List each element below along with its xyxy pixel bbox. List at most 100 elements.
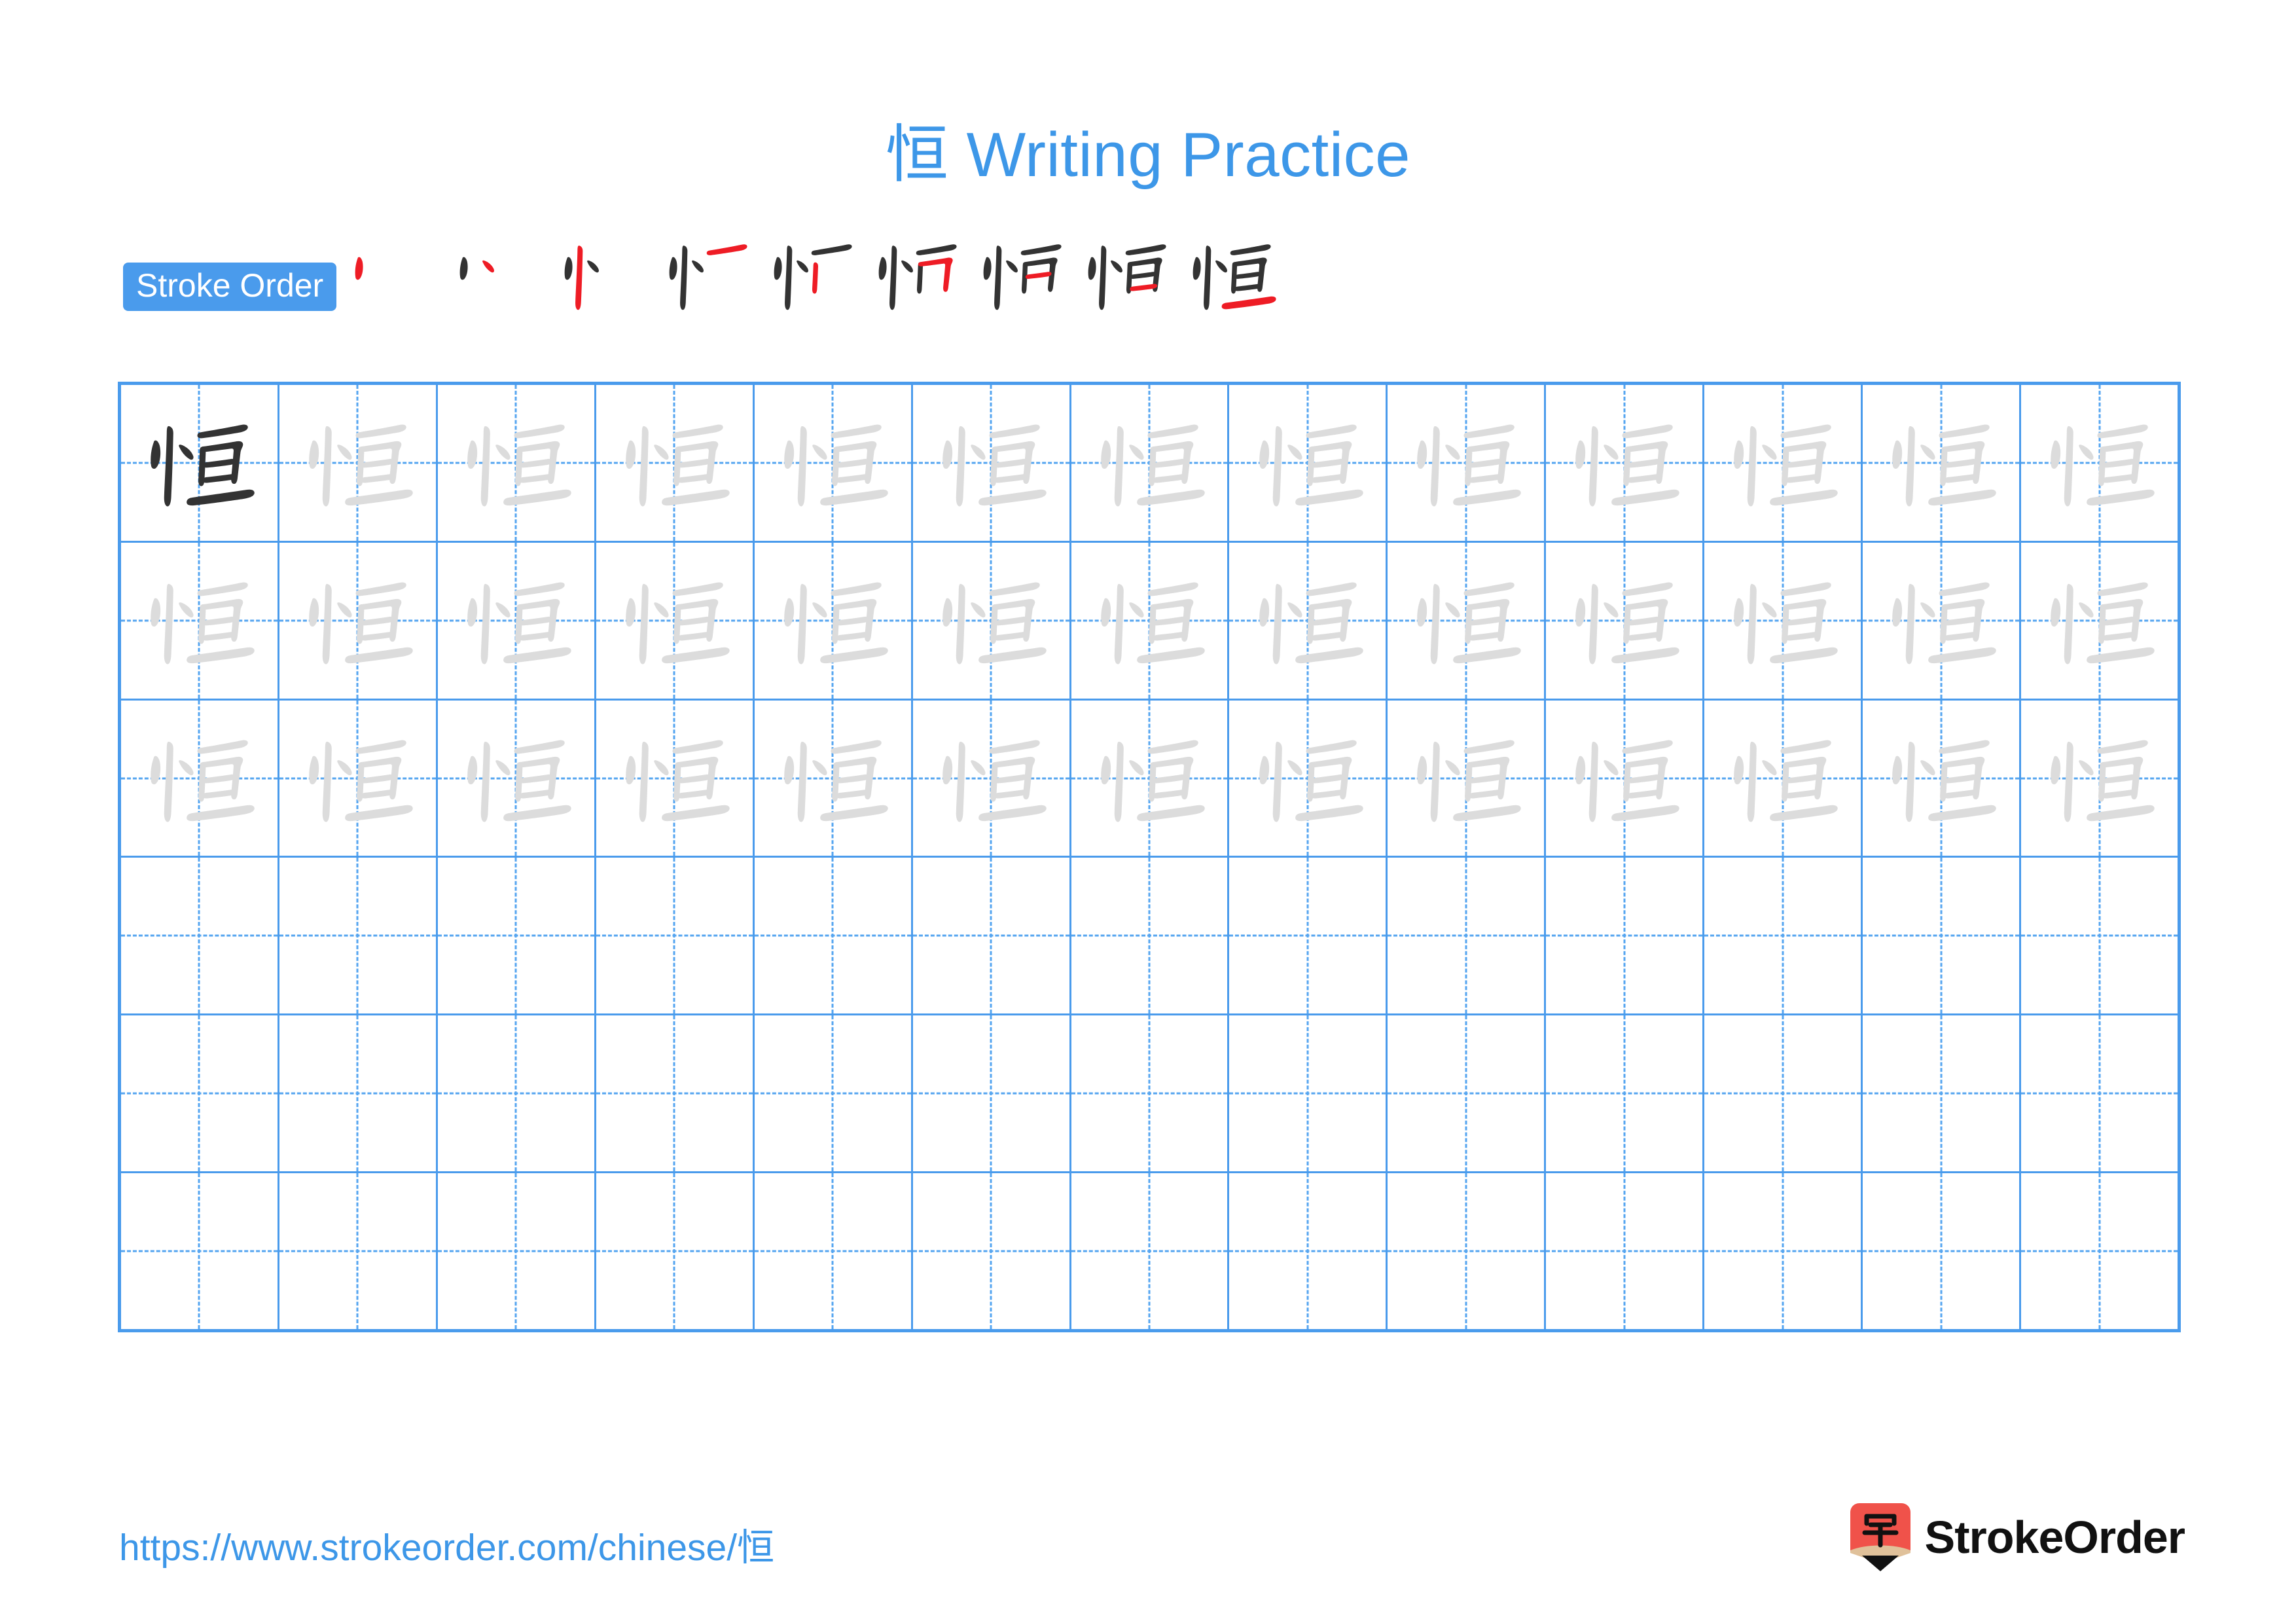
footer-url-link[interactable]: https://www.strokeorder.com/chinese/恒 bbox=[119, 1518, 774, 1571]
practice-cell-r6-c8[interactable] bbox=[1229, 1173, 1388, 1329]
stroke-order-sequence bbox=[342, 244, 1284, 327]
practice-cell-r5-c7[interactable] bbox=[1071, 1015, 1230, 1172]
practice-cell-r2-c1[interactable] bbox=[121, 542, 279, 699]
practice-cell-r3-c4[interactable] bbox=[596, 700, 755, 856]
practice-cell-r5-c9[interactable] bbox=[1388, 1015, 1547, 1172]
trace-character-glyph bbox=[2021, 385, 2178, 541]
trace-character-glyph bbox=[438, 385, 594, 541]
trace-character-glyph bbox=[121, 701, 278, 856]
practice-cell-r1-c5[interactable] bbox=[755, 385, 913, 541]
practice-cell-r5-c11[interactable] bbox=[1704, 1015, 1863, 1172]
practice-cell-r2-c2[interactable] bbox=[279, 542, 438, 699]
practice-cell-r2-c9[interactable] bbox=[1388, 542, 1547, 699]
practice-cell-r5-c5[interactable] bbox=[755, 1015, 913, 1172]
trace-character-glyph bbox=[1071, 543, 1228, 699]
practice-cell-r6-c11[interactable] bbox=[1704, 1173, 1863, 1329]
practice-cell-r6-c3[interactable] bbox=[438, 1173, 596, 1329]
practice-cell-r4-c10[interactable] bbox=[1546, 858, 1705, 1014]
practice-cell-r2-c12[interactable] bbox=[1863, 542, 2022, 699]
practice-cell-r4-c12[interactable] bbox=[1863, 858, 2022, 1014]
practice-cell-r3-c5[interactable] bbox=[755, 700, 913, 856]
practice-cell-r2-c5[interactable] bbox=[755, 542, 913, 699]
practice-cell-r3-c8[interactable] bbox=[1229, 700, 1388, 856]
practice-cell-r3-c3[interactable] bbox=[438, 700, 596, 856]
trace-character-glyph bbox=[596, 543, 753, 699]
brand-logo-group[interactable]: StrokeOrder bbox=[1850, 1503, 2185, 1571]
practice-cell-r4-c9[interactable] bbox=[1388, 858, 1547, 1014]
practice-cell-r6-c1[interactable] bbox=[121, 1173, 279, 1329]
practice-cell-r5-c10[interactable] bbox=[1546, 1015, 1705, 1172]
practice-cell-r5-c6[interactable] bbox=[913, 1015, 1071, 1172]
practice-cell-r3-c13[interactable] bbox=[2021, 701, 2178, 856]
practice-cell-r1-c4[interactable] bbox=[596, 385, 755, 541]
practice-cell-r2-c13[interactable] bbox=[2021, 543, 2178, 699]
practice-cell-r3-c11[interactable] bbox=[1704, 700, 1863, 856]
practice-cell-r2-c3[interactable] bbox=[438, 542, 596, 699]
stroke-step-glyph-2 bbox=[459, 257, 495, 280]
practice-cell-r1-c3[interactable] bbox=[438, 385, 596, 541]
practice-cell-r3-c9[interactable] bbox=[1388, 700, 1547, 856]
footer-url-prefix: https://www.strokeorder.com/chinese/ bbox=[119, 1527, 738, 1569]
practice-cell-r4-c3[interactable] bbox=[438, 858, 596, 1014]
practice-cell-r5-c8[interactable] bbox=[1229, 1015, 1388, 1172]
stroke-step-4 bbox=[656, 223, 761, 327]
practice-cell-r1-c9[interactable] bbox=[1388, 385, 1547, 541]
trace-character-glyph bbox=[1546, 543, 1702, 699]
practice-cell-r1-c6[interactable] bbox=[913, 385, 1071, 541]
practice-cell-r1-c1[interactable] bbox=[121, 385, 279, 541]
practice-cell-r4-c7[interactable] bbox=[1071, 858, 1230, 1014]
practice-cell-r6-c7[interactable] bbox=[1071, 1173, 1230, 1329]
practice-cell-r3-c7[interactable] bbox=[1071, 700, 1230, 856]
practice-cell-r3-c2[interactable] bbox=[279, 700, 438, 856]
practice-cell-r4-c2[interactable] bbox=[279, 858, 438, 1014]
trace-glyph-svg bbox=[1100, 582, 1205, 665]
stroke-step-6 bbox=[865, 223, 970, 327]
practice-cell-r2-c10[interactable] bbox=[1546, 542, 1705, 699]
trace-character-glyph bbox=[121, 543, 278, 699]
practice-cell-r3-c10[interactable] bbox=[1546, 700, 1705, 856]
practice-cell-r6-c10[interactable] bbox=[1546, 1173, 1705, 1329]
practice-cell-r4-c13[interactable] bbox=[2021, 858, 2178, 1013]
practice-cell-r6-c5[interactable] bbox=[755, 1173, 913, 1329]
practice-cell-r1-c8[interactable] bbox=[1229, 385, 1388, 541]
practice-cell-r2-c7[interactable] bbox=[1071, 542, 1230, 699]
practice-cell-r6-c9[interactable] bbox=[1388, 1173, 1547, 1329]
practice-cell-r6-c2[interactable] bbox=[279, 1173, 438, 1329]
practice-cell-r1-c13[interactable] bbox=[2021, 385, 2178, 541]
trace-glyph-svg bbox=[1259, 740, 1363, 822]
practice-cell-r2-c6[interactable] bbox=[913, 542, 1071, 699]
practice-cell-r2-c8[interactable] bbox=[1229, 542, 1388, 699]
practice-cell-r4-c11[interactable] bbox=[1704, 858, 1863, 1014]
practice-cell-r1-c12[interactable] bbox=[1863, 385, 2022, 541]
practice-cell-r1-c2[interactable] bbox=[279, 385, 438, 541]
trace-glyph-svg bbox=[1734, 740, 1839, 822]
practice-cell-r3-c12[interactable] bbox=[1863, 700, 2022, 856]
practice-cell-r4-c8[interactable] bbox=[1229, 858, 1388, 1014]
practice-cell-r2-c11[interactable] bbox=[1704, 542, 1863, 699]
practice-grid-row bbox=[121, 1173, 2178, 1329]
practice-cell-r5-c3[interactable] bbox=[438, 1015, 596, 1172]
practice-cell-r4-c4[interactable] bbox=[596, 858, 755, 1014]
trace-glyph-svg bbox=[626, 424, 730, 507]
practice-cell-r5-c12[interactable] bbox=[1863, 1015, 2022, 1172]
practice-cell-r6-c13[interactable] bbox=[2021, 1173, 2178, 1329]
practice-cell-r4-c6[interactable] bbox=[913, 858, 1071, 1014]
practice-cell-r3-c6[interactable] bbox=[913, 700, 1071, 856]
practice-cell-r6-c12[interactable] bbox=[1863, 1173, 2022, 1329]
practice-cell-r6-c4[interactable] bbox=[596, 1173, 755, 1329]
practice-cell-r6-c6[interactable] bbox=[913, 1173, 1071, 1329]
practice-cell-r5-c1[interactable] bbox=[121, 1015, 279, 1172]
practice-cell-r5-c4[interactable] bbox=[596, 1015, 755, 1172]
practice-cell-r1-c10[interactable] bbox=[1546, 385, 1705, 541]
practice-cell-r1-c7[interactable] bbox=[1071, 385, 1230, 541]
practice-cell-r1-c11[interactable] bbox=[1704, 385, 1863, 541]
practice-cell-r5-c2[interactable] bbox=[279, 1015, 438, 1172]
practice-cell-r2-c4[interactable] bbox=[596, 542, 755, 699]
stroke-step-glyph-3 bbox=[564, 246, 600, 310]
practice-cell-r4-c5[interactable] bbox=[755, 858, 913, 1014]
practice-cell-r4-c1[interactable] bbox=[121, 858, 279, 1014]
practice-cell-r5-c13[interactable] bbox=[2021, 1015, 2178, 1171]
practice-cell-r3-c1[interactable] bbox=[121, 700, 279, 856]
page-title-text: Writing Practice bbox=[948, 120, 1411, 190]
trace-glyph-svg bbox=[309, 424, 413, 507]
